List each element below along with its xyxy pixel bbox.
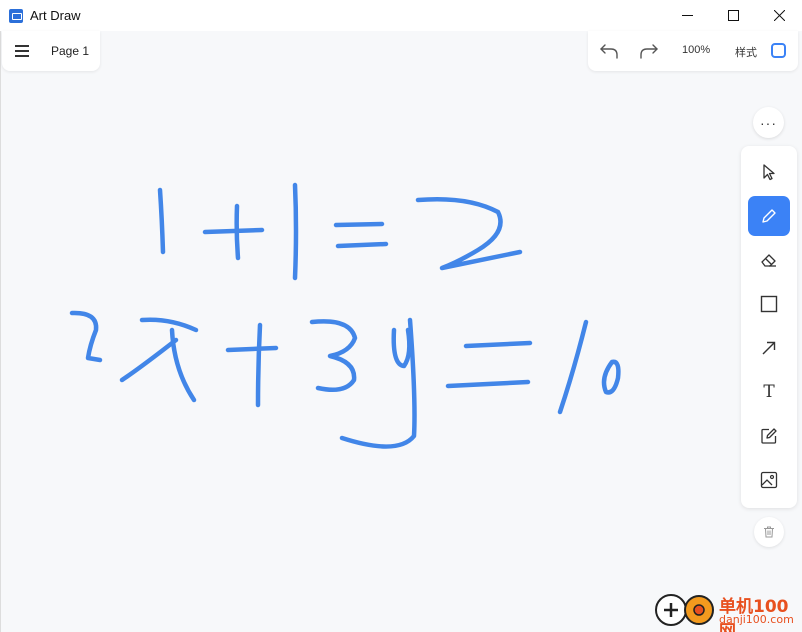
drawing-canvas[interactable] bbox=[0, 31, 802, 632]
watermark-url: danji100.com bbox=[719, 613, 794, 626]
window-title: Art Draw bbox=[30, 8, 81, 23]
text-icon: T bbox=[763, 382, 775, 402]
delete-button[interactable] bbox=[754, 517, 784, 547]
style-color-swatch[interactable] bbox=[771, 43, 786, 58]
watermark-logo bbox=[655, 594, 714, 626]
minimize-button[interactable] bbox=[664, 0, 710, 31]
menu-icon[interactable] bbox=[15, 45, 29, 57]
eraser-tool-button[interactable] bbox=[748, 240, 790, 280]
undo-icon bbox=[600, 44, 618, 59]
trash-icon bbox=[764, 526, 774, 538]
page-label[interactable]: Page 1 bbox=[51, 44, 89, 58]
minimize-icon bbox=[681, 15, 693, 16]
arrow-icon bbox=[762, 341, 776, 355]
cursor-icon bbox=[763, 164, 775, 181]
image-icon bbox=[760, 471, 778, 489]
select-tool-button[interactable] bbox=[748, 152, 790, 192]
image-tool-button[interactable] bbox=[748, 460, 790, 500]
watermark: 单机100网 danji100.com bbox=[651, 589, 802, 632]
maximize-icon bbox=[727, 10, 739, 21]
page-navigator: Page 1 bbox=[2, 31, 100, 71]
eraser-icon bbox=[761, 254, 776, 267]
close-icon bbox=[773, 10, 785, 21]
redo-button[interactable] bbox=[638, 41, 660, 61]
pencil-icon bbox=[762, 209, 776, 223]
pen-tool-button[interactable] bbox=[748, 196, 790, 236]
maximize-button[interactable] bbox=[710, 0, 756, 31]
style-label[interactable]: 样式 bbox=[735, 44, 757, 60]
title-bar: Art Draw bbox=[0, 0, 802, 31]
edit-note-icon bbox=[761, 428, 777, 444]
top-toolbar: 100% 样式 bbox=[588, 31, 798, 71]
side-toolbar: T bbox=[741, 146, 797, 508]
more-options-button[interactable]: ··· bbox=[753, 107, 784, 138]
text-tool-button[interactable]: T bbox=[748, 372, 790, 412]
arrow-tool-button[interactable] bbox=[748, 328, 790, 368]
square-icon bbox=[760, 295, 778, 313]
watermark-text: 单机100网 bbox=[719, 597, 789, 632]
rectangle-tool-button[interactable] bbox=[748, 284, 790, 324]
undo-button[interactable] bbox=[598, 41, 620, 61]
window-controls bbox=[664, 0, 802, 31]
close-button[interactable] bbox=[756, 0, 802, 31]
app-icon bbox=[9, 8, 23, 23]
note-tool-button[interactable] bbox=[748, 416, 790, 456]
redo-icon bbox=[640, 44, 658, 59]
zoom-level[interactable]: 100% bbox=[682, 44, 710, 56]
